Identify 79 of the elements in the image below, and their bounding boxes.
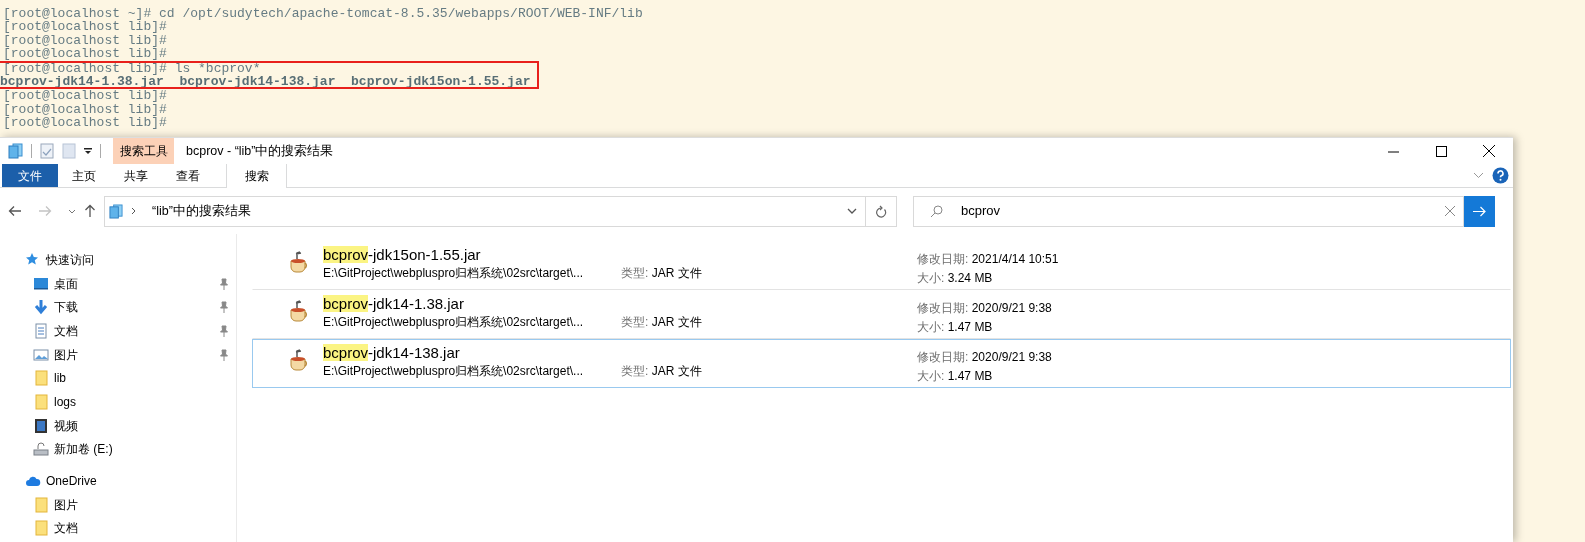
ribbon-tab[interactable]: 搜索: [226, 164, 287, 188]
command-line: [root@localhost lib]#: [3, 47, 168, 61]
sidebar-item[interactable]: 桌面: [54, 274, 78, 293]
file-name[interactable]: bcprov-jdk14-1.38.jar: [323, 294, 917, 313]
sidebar-item[interactable]: 文档: [54, 321, 78, 340]
command-line: [root@localhost lib]# ls *bcprov*: [3, 61, 261, 76]
file-name[interactable]: bcprov-jdk15on-1.55.jar: [323, 245, 917, 264]
desktop-icon: [33, 275, 49, 292]
folder-stack-icon[interactable]: [8, 143, 23, 159]
folder-stack-icon: [109, 203, 123, 219]
search-button[interactable]: [1464, 195, 1495, 227]
file-type: 类型: JAR 文件: [621, 363, 702, 380]
file-type: 类型: JAR 文件: [621, 265, 702, 282]
dropdown-icon[interactable]: [847, 208, 857, 214]
download-arrow-icon: [33, 299, 49, 316]
document-icon: [33, 322, 49, 339]
ribbon-tab[interactable]: 共享: [110, 164, 162, 187]
address-text: “lib”中的搜索结果: [152, 202, 251, 220]
address-bar[interactable]: “lib”中的搜索结果: [104, 195, 866, 227]
ribbon-tab[interactable]: 查看: [162, 164, 214, 187]
properties-icon[interactable]: [40, 143, 54, 159]
customize-dropdown-icon[interactable]: [84, 147, 92, 155]
file-size: 大小: 3.24 MB: [917, 270, 994, 287]
folder-icon: [33, 520, 49, 537]
clear-icon[interactable]: [1445, 206, 1455, 216]
folder-icon: [33, 393, 49, 410]
folder-icon: [33, 370, 49, 387]
refresh-button[interactable]: [866, 195, 897, 227]
command-line: [root@localhost lib]#: [3, 102, 168, 117]
chevron-right-icon: [131, 207, 136, 215]
back-arrow-icon[interactable]: [8, 205, 22, 217]
file-row[interactable]: bcprov-jdk14-138.jar E:\GitProject\webpluspro归档系统\02src\target\... 类型: JAR 文件 修改日期: 2020/9/21 9:38 大小: 1.47 MB: [252, 339, 1511, 388]
sidebar-item[interactable]: 新加卷 (E:): [54, 440, 113, 459]
file-size: 大小: 1.47 MB: [917, 368, 994, 385]
sidebar-item[interactable]: 视频: [54, 416, 78, 435]
sidebar-group[interactable]: 快速访问: [46, 250, 94, 269]
command-line: [root@localhost lib]#: [3, 116, 168, 130]
search-icon: [930, 204, 943, 218]
file-menu-tab[interactable]: 文件: [2, 164, 58, 187]
file-path: E:\GitProject\webpluspro归档系统\02src\target\...: [323, 265, 585, 282]
film-icon: [33, 417, 49, 434]
search-box[interactable]: bcprov: [913, 195, 1464, 227]
close-icon: [1483, 145, 1495, 157]
drive-icon: [33, 441, 49, 458]
sidebar-item[interactable]: 文档: [54, 519, 78, 538]
command-line: [root@localhost lib]#: [3, 89, 168, 103]
sidebar-item[interactable]: 下载: [54, 298, 78, 317]
recent-locations-icon[interactable]: [68, 208, 76, 214]
refresh-icon: [875, 204, 887, 218]
command-output: bcprov-jdk14-1.38.jar bcprov-jdk14-138.jar bcprov-jdk15on-1.55.jar: [0, 75, 531, 89]
context-tab-header: 搜索工具: [113, 138, 174, 164]
sidebar-item[interactable]: lib: [54, 369, 66, 388]
file-path: E:\GitProject\webpluspro归档系统\02src\target\...: [323, 363, 585, 380]
file-name[interactable]: bcprov-jdk14-138.jar: [323, 343, 917, 362]
sidebar-item[interactable]: 图片: [54, 495, 78, 514]
file-type: 类型: JAR 文件: [621, 314, 702, 331]
command-line: [root@localhost lib]#: [3, 20, 168, 34]
file-path: E:\GitProject\webpluspro归档系统\02src\target\...: [323, 314, 585, 331]
modified-date: 修改日期: 2020/9/21 9:38: [917, 300, 1052, 317]
up-arrow-icon[interactable]: [84, 204, 96, 218]
modified-date: 修改日期: 2021/4/14 10:51: [917, 251, 1059, 268]
maximize-icon: [1435, 145, 1447, 157]
file-row[interactable]: bcprov-jdk15on-1.55.jar E:\GitProject\webpluspro归档系统\02src\target\... 类型: JAR 文件 修改日期: 2021/4/14 10:51 大小: 3.24 MB: [252, 241, 1511, 290]
command-line: [root@localhost ~]# cd /opt/sudytech/apache-tomcat-8.5.35/webapps/ROOT/WEB-INF/lib: [3, 7, 644, 21]
command-line: [root@localhost lib]#: [3, 33, 168, 48]
file-row[interactable]: bcprov-jdk14-1.38.jar E:\GitProject\webpluspro归档系统\02src\target\... 类型: JAR 文件 修改日期: 2020/9/21 9:38 大小: 1.47 MB: [252, 290, 1511, 339]
sidebar-group[interactable]: OneDrive: [46, 472, 97, 491]
sidebar-item[interactable]: 图片: [54, 345, 78, 364]
help-icon[interactable]: [1492, 167, 1509, 184]
folder-icon: [33, 496, 49, 513]
search-field[interactable]: bcprov: [959, 200, 1445, 222]
window-title: bcprov - “lib”中的搜索结果: [186, 142, 334, 160]
ribbon-tab[interactable]: 主页: [58, 164, 110, 187]
file-size: 大小: 1.47 MB: [917, 319, 994, 336]
expand-ribbon-icon[interactable]: [1473, 172, 1484, 179]
sidebar-item[interactable]: logs: [54, 392, 76, 411]
arrow-right-icon: [1473, 205, 1486, 217]
picture-icon: [33, 346, 49, 363]
modified-date: 修改日期: 2020/9/21 9:38: [917, 349, 1052, 366]
